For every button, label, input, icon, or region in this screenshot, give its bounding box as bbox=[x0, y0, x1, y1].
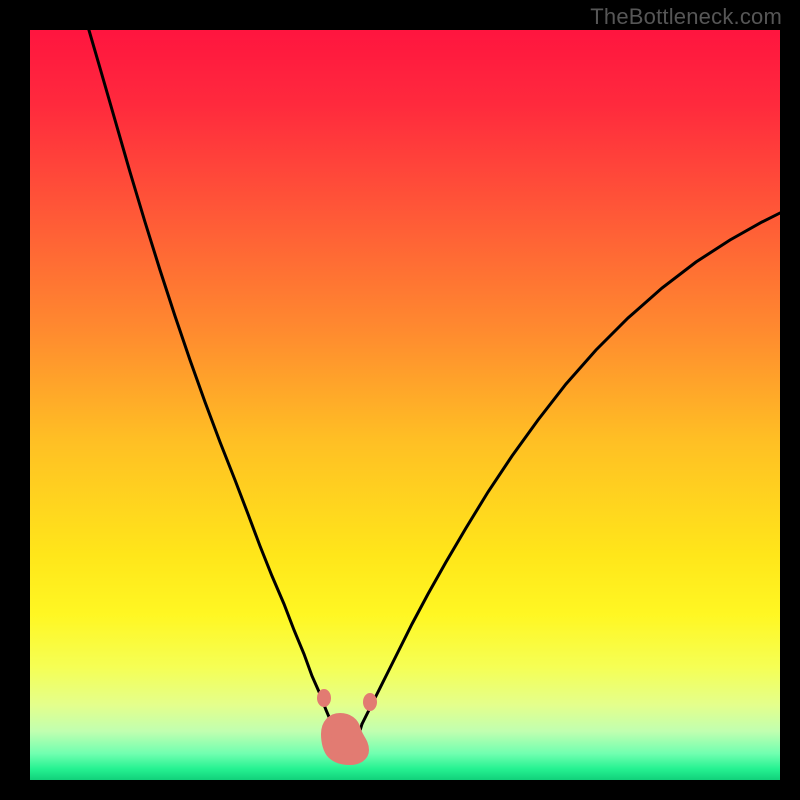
chart-frame: TheBottleneck.com bbox=[0, 0, 800, 800]
plot-area bbox=[30, 30, 780, 780]
marker-dot-left bbox=[317, 689, 331, 707]
plot-svg bbox=[30, 30, 780, 780]
gradient-background bbox=[30, 30, 780, 780]
marker-pill bbox=[326, 718, 364, 760]
marker-dot-right bbox=[363, 693, 377, 711]
watermark-text: TheBottleneck.com bbox=[590, 4, 782, 30]
